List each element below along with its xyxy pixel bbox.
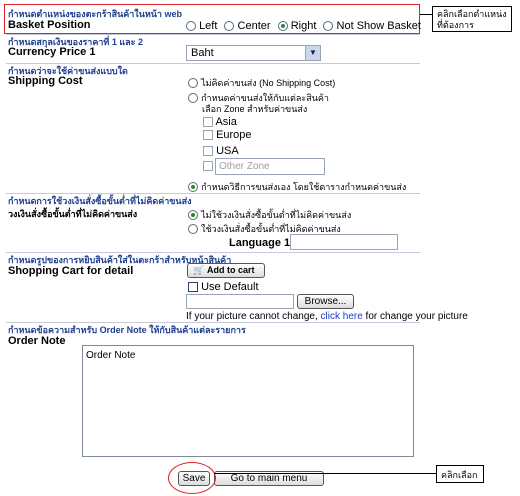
zone-asia-checkbox[interactable] — [203, 117, 213, 128]
cart-note-suffix: for change your picture — [362, 311, 468, 322]
shipping-zone-radio[interactable] — [188, 93, 198, 104]
language-label: Language 1 — [229, 237, 291, 249]
callout-connector-top — [420, 14, 432, 15]
basket-options: Left Center Right Not Show Basket — [186, 20, 421, 32]
minimum-label: วงเงินสั่งซื้อขั้นต่ำที่ไม่คิดค่าขนส่ง — [8, 209, 138, 219]
zone-asia: Asia — [203, 116, 237, 128]
zone-usa-checkbox[interactable] — [203, 146, 213, 157]
minimum-section-title: กำหนดการใช้วงเงินสั่งซื้อขั้นต่ำที่ไม่คิ… — [8, 196, 192, 206]
save-highlight-circle — [168, 462, 216, 494]
other-zone-placeholder: Other Zone — [219, 161, 270, 172]
cart-note: If your picture cannot change, click her… — [186, 311, 468, 322]
minimum-off-option: ไม่ใช้วงเงินสั่งซื้อขั้นต่ำที่ไม่คิดค่าข… — [188, 208, 351, 222]
use-default-checkbox[interactable] — [188, 282, 198, 293]
currency-label: Currency Price 1 — [8, 46, 96, 58]
basket-center-radio[interactable] — [224, 21, 235, 32]
zone-usa: USA — [203, 145, 239, 157]
order-note-value: Order Note — [86, 350, 136, 361]
minimum-off-radio[interactable] — [188, 210, 198, 221]
minimum-on-radio[interactable] — [188, 224, 198, 235]
add-to-cart-label: Add to cart — [207, 265, 255, 275]
currency-select[interactable]: Baht ▼ — [186, 45, 321, 61]
basket-not-show-label: Not Show Basket — [336, 20, 421, 32]
other-zone-input[interactable]: Other Zone — [215, 158, 325, 175]
basket-left-label: Left — [199, 20, 218, 32]
zone-usa-label: USA — [216, 145, 239, 157]
basket-left-radio[interactable] — [186, 21, 196, 32]
zone-europe-checkbox[interactable] — [203, 130, 213, 141]
shipping-none-radio[interactable] — [188, 78, 198, 89]
cart-note-prefix: If your picture cannot change, — [186, 311, 321, 322]
basket-center-label: Center — [237, 20, 271, 32]
callout-bottom: คลิกเลือก — [436, 465, 484, 483]
basket-right-radio[interactable] — [277, 21, 288, 32]
basket-label: Basket Position — [8, 19, 91, 31]
zone-europe-label: Europe — [216, 129, 252, 141]
chevron-down-icon[interactable]: ▼ — [305, 46, 320, 60]
zone-other-checkbox[interactable] — [203, 161, 213, 172]
add-to-cart-button[interactable]: 🛒 Add to cart — [187, 263, 265, 278]
shipping-label: Shipping Cost — [8, 75, 83, 87]
language-input[interactable] — [290, 234, 398, 250]
use-default-label: Use Default — [201, 281, 259, 293]
shipping-zone-sublabel: เลือก Zone สำหรับค่าขนส่ง — [202, 104, 308, 114]
order-note-label: Order Note — [8, 335, 66, 347]
shipping-none-label: ไม่คิดค่าขนส่ง (No Shipping Cost) — [201, 78, 336, 88]
callout-top: คลิกเลือกตำแหน่งที่ต้องการ — [432, 6, 512, 32]
zone-other — [203, 160, 213, 172]
callout-connector-bottom — [214, 473, 436, 474]
cart-label: Shopping Cart for detail — [8, 265, 134, 277]
shipping-table-radio[interactable] — [188, 182, 198, 193]
click-here-link[interactable]: click here — [321, 311, 363, 322]
minimum-on-label: ใช้วงเงินสั่งซื้อขั้นต่ำที่ไม่คิดค่าขนส่… — [201, 224, 341, 234]
basket-right-label: Right — [290, 20, 317, 32]
basket-not-show-radio[interactable] — [323, 21, 334, 32]
shipping-table-option: กำหนดวิธีการขนส่งเอง โดยใช้ตารางกำหนดค่า… — [188, 180, 406, 194]
cart-icon: 🛒 — [193, 265, 205, 275]
browse-button[interactable]: Browse... — [297, 294, 354, 309]
order-note-textarea[interactable]: Order Note — [82, 345, 414, 457]
use-default-option: Use Default — [188, 281, 259, 293]
zone-europe: Europe — [203, 129, 252, 141]
file-path-input[interactable] — [186, 294, 294, 309]
zone-asia-label: Asia — [215, 116, 237, 128]
currency-value: Baht — [191, 47, 214, 59]
shipping-none-option: ไม่คิดค่าขนส่ง (No Shipping Cost) — [188, 76, 335, 90]
shipping-table-label: กำหนดวิธีการขนส่งเอง โดยใช้ตารางกำหนดค่า… — [201, 182, 407, 192]
minimum-off-label: ไม่ใช้วงเงินสั่งซื้อขั้นต่ำที่ไม่คิดค่าข… — [201, 210, 352, 220]
